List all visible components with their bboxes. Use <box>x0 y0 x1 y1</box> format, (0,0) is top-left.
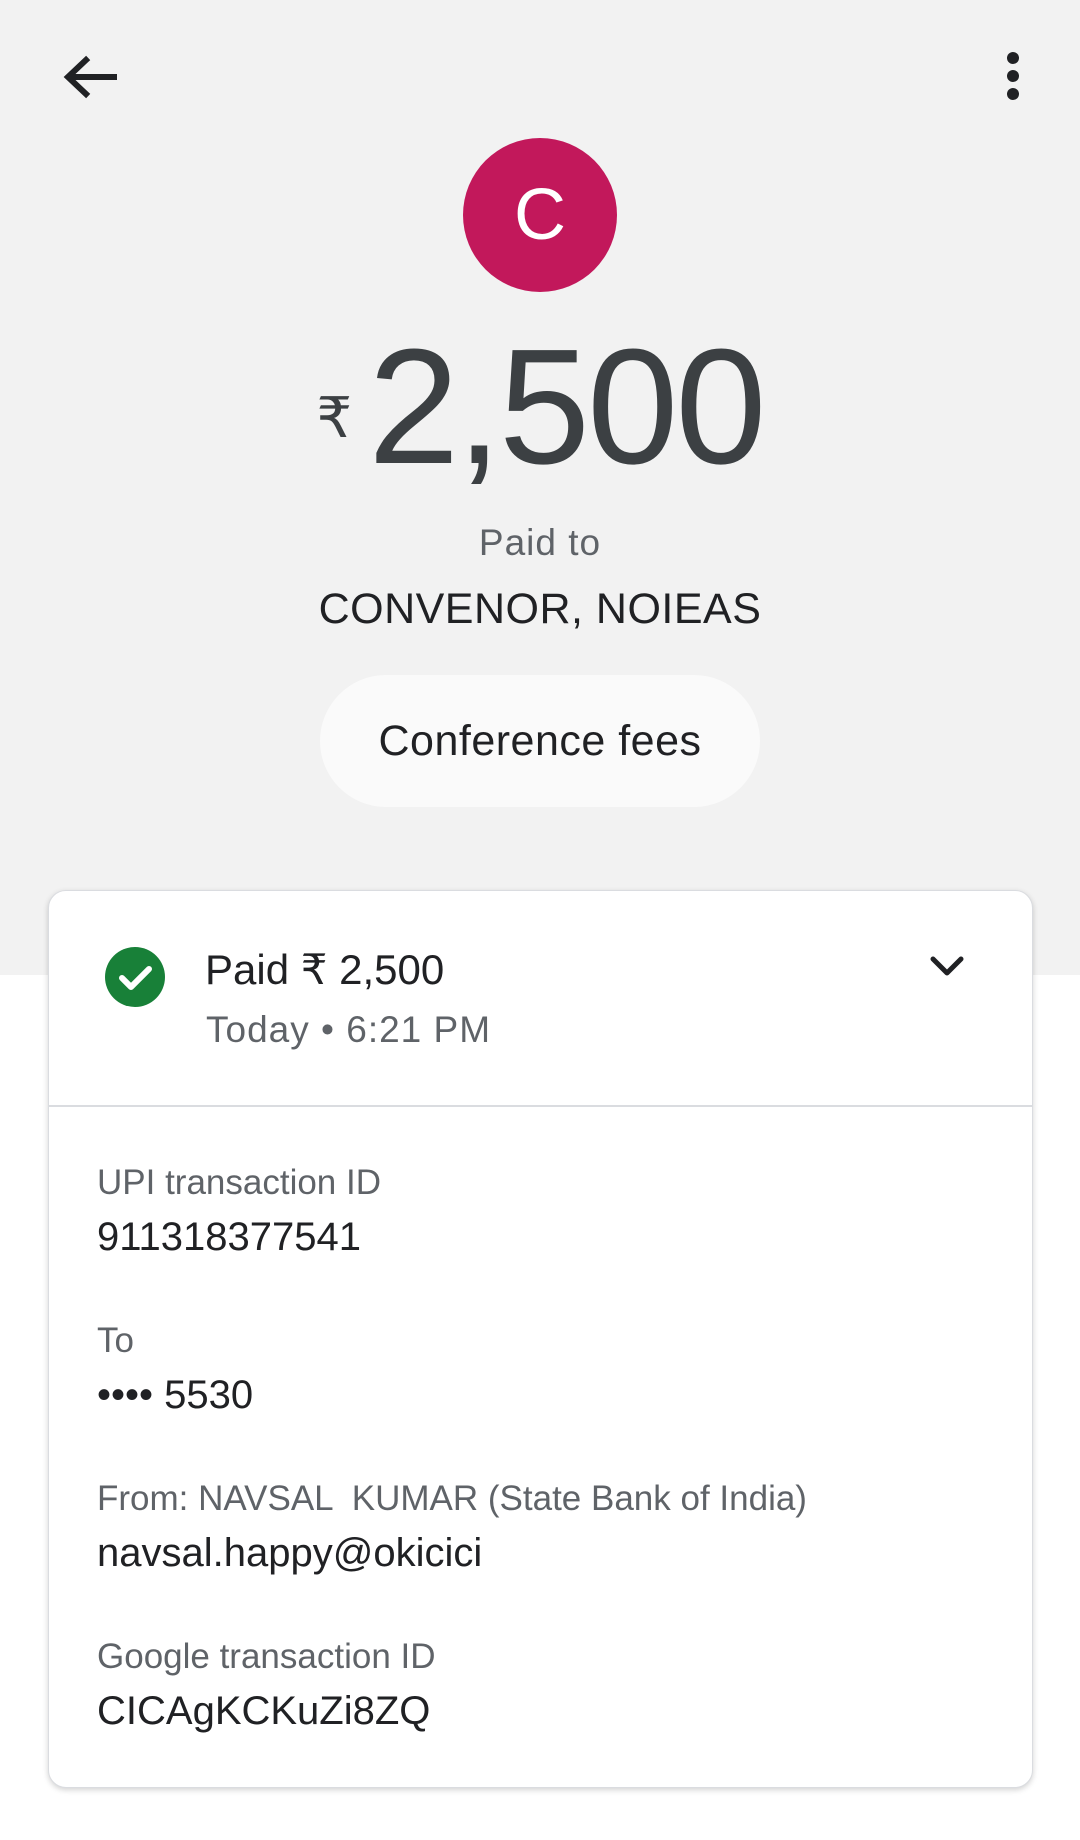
detail-to-account: To •••• 5530 <box>97 1321 253 1418</box>
avatar-letter: C <box>514 175 566 255</box>
chevron-down-icon[interactable] <box>923 943 971 991</box>
detail-from-account: From: NAVSAL KUMAR (State Bank of India)… <box>97 1479 807 1576</box>
payment-status-title: Paid ₹ 2,500 <box>205 946 445 993</box>
payment-note-text: Conference fees <box>378 716 702 765</box>
detail-value: •••• 5530 <box>97 1373 254 1417</box>
detail-value: 911318377541 <box>97 1215 361 1259</box>
detail-value: navsal.happy@okicici <box>97 1531 483 1575</box>
amount-display: ₹ 2,500 <box>0 325 1080 505</box>
transaction-details-card: Paid ₹ 2,500 Today • 6:21 PM UPI transac… <box>48 890 1033 1788</box>
back-button[interactable] <box>48 40 128 120</box>
detail-label: From: NAVSAL KUMAR (State Bank of India) <box>97 1479 807 1518</box>
payee-avatar: C <box>463 138 617 292</box>
paid-to-label: Paid to <box>478 522 602 563</box>
more-options-button[interactable] <box>972 40 1052 120</box>
payment-time: Today • 6:21 PM <box>206 1009 492 1050</box>
payment-amount: 2,500 <box>368 315 766 498</box>
arrow-back-icon <box>63 55 117 99</box>
detail-google-transaction-id: Google transaction ID CICAgKCKuZi8ZQ <box>97 1637 436 1734</box>
check-circle-icon <box>105 947 165 1007</box>
divider <box>49 1105 1032 1107</box>
detail-label: Google transaction ID <box>97 1637 436 1676</box>
more-vert-icon <box>1007 52 1019 100</box>
detail-label: UPI transaction ID <box>97 1163 381 1202</box>
payment-note: Conference fees <box>320 675 760 807</box>
currency-symbol: ₹ <box>316 386 353 449</box>
payment-status-header[interactable]: Paid ₹ 2,500 Today • 6:21 PM <box>49 891 1032 1105</box>
detail-value: CICAgKCKuZi8ZQ <box>97 1689 431 1733</box>
payee-name: CONVENOR, NOIEAS <box>318 585 762 633</box>
detail-label: To <box>97 1321 134 1360</box>
detail-upi-transaction-id: UPI transaction ID 911318377541 <box>97 1163 381 1260</box>
